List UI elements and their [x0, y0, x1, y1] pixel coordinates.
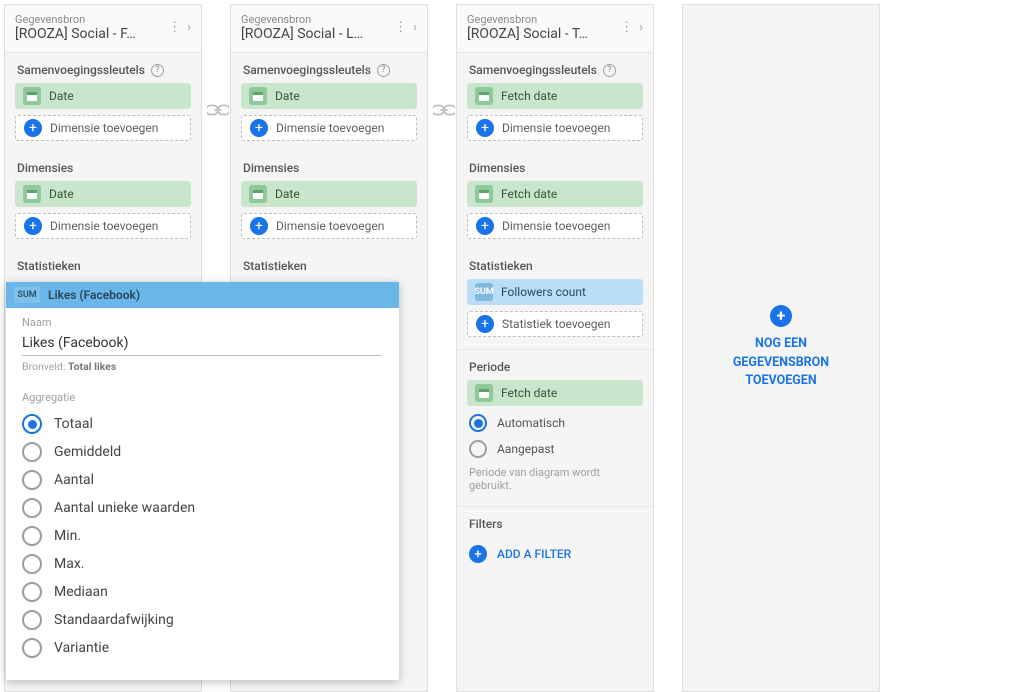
- radio-icon: [22, 526, 42, 546]
- calendar-icon: [475, 87, 493, 105]
- plus-icon: +: [250, 119, 268, 137]
- radio-icon: [22, 442, 42, 462]
- plus-icon: +: [250, 217, 268, 235]
- datasource-label: Gegevensbron: [467, 13, 620, 26]
- joinkeys-label: Samenvoegingssleutels ?: [5, 53, 201, 83]
- aggregation-option[interactable]: Aantal: [22, 466, 383, 494]
- column-header: Gegevensbron [ROOZA] Social - L… ⋮ ›: [231, 5, 427, 53]
- aggregation-label: Aggregatie: [22, 391, 383, 404]
- plus-icon: +: [476, 217, 494, 235]
- radio-icon: [469, 440, 487, 458]
- join-link-icon: [204, 100, 232, 120]
- dimensions-label: Dimensies: [457, 151, 653, 181]
- plus-icon: +: [469, 545, 487, 563]
- sum-badge: SUM: [14, 287, 40, 303]
- help-icon[interactable]: ?: [377, 64, 390, 77]
- add-dimension-button[interactable]: + Dimensie toevoegen: [241, 115, 417, 141]
- dimension-chip[interactable]: Date: [15, 181, 191, 207]
- help-icon[interactable]: ?: [603, 64, 616, 77]
- popup-header: SUM Likes (Facebook): [6, 282, 399, 308]
- dimension-chip[interactable]: Date: [241, 181, 417, 207]
- joinkeys-label: Samenvoegingssleutels ?: [231, 53, 427, 83]
- dimensions-label: Dimensies: [5, 151, 201, 181]
- plus-icon: +: [770, 305, 792, 327]
- joinkeys-label: Samenvoegingssleutels ?: [457, 53, 653, 83]
- add-dimension-button[interactable]: + Dimensie toevoegen: [467, 213, 643, 239]
- join-link-icon: [430, 100, 458, 120]
- aggregation-option[interactable]: Standaardafwijking: [22, 606, 383, 634]
- metric-name-input[interactable]: [22, 331, 382, 356]
- radio-icon: [22, 470, 42, 490]
- add-dimension-button[interactable]: + Dimensie toevoegen: [241, 213, 417, 239]
- add-dimension-button[interactable]: + Dimensie toevoegen: [15, 213, 191, 239]
- radio-icon: [469, 414, 487, 432]
- radio-icon: [22, 638, 42, 658]
- more-icon[interactable]: ⋮: [620, 20, 633, 35]
- plus-icon: +: [24, 217, 42, 235]
- radio-icon: [22, 610, 42, 630]
- calendar-icon: [23, 87, 41, 105]
- chevron-right-icon[interactable]: ›: [639, 20, 643, 35]
- add-dimension-button[interactable]: + Dimensie toevoegen: [467, 115, 643, 141]
- aggregation-option[interactable]: Aantal unieke waarden: [22, 494, 383, 522]
- radio-icon: [22, 414, 42, 434]
- dimension-chip[interactable]: Fetch date: [467, 181, 643, 207]
- aggregation-option[interactable]: Variantie: [22, 634, 383, 662]
- plus-icon: +: [476, 315, 494, 333]
- column-header: Gegevensbron [ROOZA] Social - T… ⋮ ›: [457, 5, 653, 53]
- period-note: Periode van diagram wordt gebruikt.: [457, 462, 653, 504]
- calendar-icon: [249, 87, 267, 105]
- add-filter-button[interactable]: + ADD A FILTER: [457, 537, 653, 571]
- datasource-name[interactable]: [ROOZA] Social - T…: [467, 26, 620, 42]
- metric-chip[interactable]: SUM Followers count: [467, 279, 643, 305]
- joinkey-chip[interactable]: Date: [241, 83, 417, 109]
- calendar-icon: [475, 384, 493, 402]
- name-field-label: Naam: [22, 316, 383, 329]
- plus-icon: +: [476, 119, 494, 137]
- datasource-name[interactable]: [ROOZA] Social - F…: [15, 26, 168, 42]
- datasource-name[interactable]: [ROOZA] Social - L…: [241, 26, 394, 42]
- sum-badge: SUM: [475, 283, 493, 301]
- period-auto-radio[interactable]: Automatisch: [457, 410, 653, 436]
- joinkey-chip[interactable]: Date: [15, 83, 191, 109]
- chevron-right-icon[interactable]: ›: [413, 20, 417, 35]
- metrics-label: Statistieken: [457, 249, 653, 279]
- add-datasource-button[interactable]: + NOG EEN GEGEVENSBRON TOEVOEGEN: [682, 4, 880, 692]
- more-icon[interactable]: ⋮: [394, 20, 407, 35]
- calendar-icon: [249, 185, 267, 203]
- calendar-icon: [23, 185, 41, 203]
- calendar-icon: [475, 185, 493, 203]
- filters-label: Filters: [457, 507, 653, 537]
- column-header: Gegevensbron [ROOZA] Social - F… ⋮ ›: [5, 5, 201, 53]
- radio-icon: [22, 498, 42, 518]
- joinkey-chip[interactable]: Fetch date: [467, 83, 643, 109]
- datasource-label: Gegevensbron: [241, 13, 394, 26]
- period-dimension-chip[interactable]: Fetch date: [467, 380, 643, 406]
- add-metric-button[interactable]: + Statistiek toevoegen: [467, 311, 643, 337]
- metrics-label: Statistieken: [231, 249, 427, 279]
- period-label: Periode: [457, 350, 653, 380]
- aggregation-option[interactable]: Gemiddeld: [22, 438, 383, 466]
- datasource-column: Gegevensbron [ROOZA] Social - T… ⋮ › Sam…: [456, 4, 654, 692]
- metrics-label: Statistieken: [5, 249, 201, 279]
- aggregation-option[interactable]: Max.: [22, 550, 383, 578]
- period-custom-radio[interactable]: Aangepast: [457, 436, 653, 462]
- aggregation-option[interactable]: Mediaan: [22, 578, 383, 606]
- radio-icon: [22, 582, 42, 602]
- radio-icon: [22, 554, 42, 574]
- datasource-label: Gegevensbron: [15, 13, 168, 26]
- help-icon[interactable]: ?: [151, 64, 164, 77]
- chevron-right-icon[interactable]: ›: [187, 20, 191, 35]
- more-icon[interactable]: ⋮: [168, 20, 181, 35]
- metric-edit-popup: SUM Likes (Facebook) Naam Bronveld: Tota…: [6, 282, 399, 680]
- aggregation-option[interactable]: Totaal: [22, 410, 383, 438]
- aggregation-option[interactable]: Min.: [22, 522, 383, 550]
- dimensions-label: Dimensies: [231, 151, 427, 181]
- plus-icon: +: [24, 119, 42, 137]
- add-dimension-button[interactable]: + Dimensie toevoegen: [15, 115, 191, 141]
- source-field-label: Bronveld: Total likes: [22, 360, 383, 373]
